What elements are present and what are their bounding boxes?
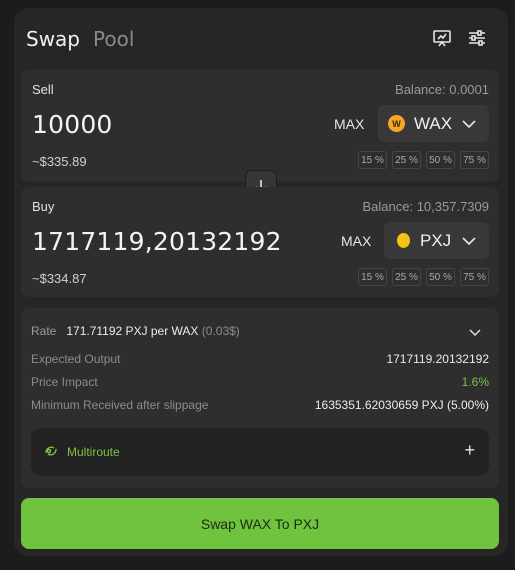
chart-icon[interactable] xyxy=(432,28,454,48)
rate-row[interactable]: Rate 171.71192 PXJ per WAX (0.03$) xyxy=(31,324,489,340)
expected-output-row: Expected Output 1717119.20132192 xyxy=(31,352,489,368)
sell-percent-75[interactable]: 75 % xyxy=(460,151,489,169)
expected-output-value: 1717119.20132192 xyxy=(386,352,489,366)
buy-balance: Balance: 10,357.7309 xyxy=(362,199,490,214)
chevron-down-icon xyxy=(461,233,477,249)
sell-balance: Balance: 0.0001 xyxy=(395,82,489,97)
details-panel: Rate 171.71192 PXJ per WAX (0.03$) Expect… xyxy=(21,308,499,488)
minimum-received-row: Minimum Received after slippage 1635351.… xyxy=(31,398,489,414)
buy-amount-input[interactable]: 1717119,20132192 xyxy=(32,227,282,256)
sell-token-selector[interactable]: W WAX xyxy=(378,105,489,142)
wax-token-icon: W xyxy=(388,115,405,132)
sell-percent-25[interactable]: 25 % xyxy=(392,151,421,169)
tab-pool[interactable]: Pool xyxy=(93,27,134,51)
buy-percent-25[interactable]: 25 % xyxy=(392,268,421,286)
sell-usd-value: ~$335.89 xyxy=(32,154,87,169)
tab-swap[interactable]: Swap xyxy=(26,27,80,51)
pxj-token-icon xyxy=(397,233,410,248)
multiroute-toggle[interactable]: Multiroute + xyxy=(31,428,489,476)
price-impact-label: Price Impact xyxy=(31,375,98,389)
buy-usd-value: ~$334.87 xyxy=(32,271,87,286)
buy-percent-75[interactable]: 75 % xyxy=(460,268,489,286)
buy-token-selector[interactable]: PXJ xyxy=(384,222,489,259)
rate-usd: (0.03$) xyxy=(201,324,240,338)
buy-token-name: PXJ xyxy=(420,230,452,250)
minimum-received-label: Minimum Received after slippage xyxy=(31,398,209,412)
minimum-received-value: 1635351.62030659 PXJ (5.00%) xyxy=(314,398,489,412)
plus-icon[interactable]: + xyxy=(464,440,475,461)
expected-output-label: Expected Output xyxy=(31,352,121,366)
sell-label: Sell xyxy=(32,82,54,97)
sell-panel: Sell Balance: 0.0001 10000 MAX W WAX ~$3… xyxy=(21,70,499,182)
rate-value: 171.71192 PXJ per WAX xyxy=(66,324,199,338)
swap-button[interactable]: Swap WAX To PXJ xyxy=(21,498,499,549)
chevron-down-icon xyxy=(461,116,477,132)
sell-max-button[interactable]: MAX xyxy=(334,116,364,132)
buy-percent-15[interactable]: 15 % xyxy=(358,268,387,286)
settings-sliders-icon[interactable] xyxy=(467,28,489,48)
price-impact-row: Price Impact 1.6% xyxy=(31,375,489,391)
buy-max-button[interactable]: MAX xyxy=(341,233,371,249)
buy-percent-50[interactable]: 50 % xyxy=(426,268,455,286)
sell-percent-50[interactable]: 50 % xyxy=(426,151,455,169)
rate-label: Rate xyxy=(31,324,57,338)
sell-percent-buttons: 15 % 25 % 50 % 75 % xyxy=(358,151,489,169)
multiroute-label: Multiroute xyxy=(67,445,120,459)
sell-amount-input[interactable]: 10000 xyxy=(32,110,113,139)
chevron-down-icon[interactable] xyxy=(469,326,481,341)
sell-percent-15[interactable]: 15 % xyxy=(358,151,387,169)
multiroute-icon xyxy=(44,444,58,463)
buy-label: Buy xyxy=(32,199,55,214)
buy-percent-buttons: 15 % 25 % 50 % 75 % xyxy=(358,268,489,286)
price-impact-value: 1.6% xyxy=(461,375,489,389)
sell-token-name: WAX xyxy=(414,113,453,133)
buy-panel: Buy Balance: 10,357.7309 1717119,2013219… xyxy=(21,187,499,297)
